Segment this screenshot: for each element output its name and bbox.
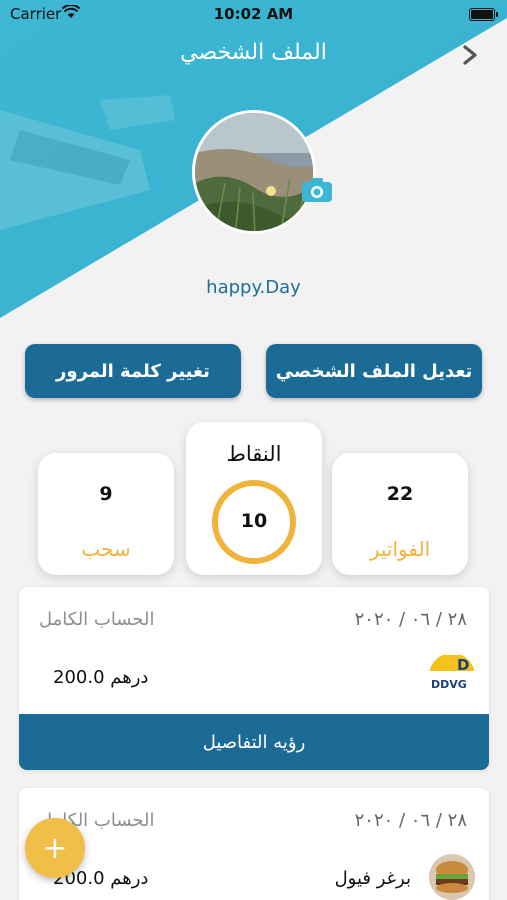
add-button[interactable]: + <box>25 818 85 878</box>
logo-text: DDVG <box>431 678 467 691</box>
withdraw-count: 9 <box>99 483 113 505</box>
invoices-label: الفواتير <box>369 537 431 561</box>
transaction-card[interactable]: ٢٨ / ٠٦ / ٢٠٢٠ الحساب الكامل برغر فيول 2… <box>19 788 489 900</box>
withdraw-label: سحب <box>81 537 131 561</box>
logo-letter: D <box>457 656 469 674</box>
withdraw-stat-card[interactable]: 9 سحب <box>38 453 174 575</box>
page-title: الملف الشخصي <box>180 40 327 65</box>
change-password-button[interactable]: تغيير كلمة المرور <box>25 344 241 398</box>
transaction-date: ٢٨ / ٠٦ / ٢٠٢٠ <box>354 609 467 630</box>
transaction-type: الحساب الكامل <box>39 609 155 630</box>
points-title: النقاط <box>226 442 282 466</box>
transaction-date: ٢٨ / ٠٦ / ٢٠٢٠ <box>354 810 467 831</box>
merchant-logo: D DDVG <box>429 653 475 699</box>
battery-icon <box>469 8 498 21</box>
transaction-card[interactable]: ٢٨ / ٠٦ / ٢٠٢٠ الحساب الكامل D DDVG 200.… <box>19 587 489 770</box>
username: happy.Day <box>206 277 301 298</box>
camera-icon[interactable] <box>300 176 334 204</box>
burger-merchant-logo <box>429 854 475 900</box>
invoices-stat-card[interactable]: 22 الفواتير <box>332 453 468 575</box>
avatar[interactable] <box>192 110 316 234</box>
invoices-count: 22 <box>386 483 414 505</box>
edit-profile-button[interactable]: تعديل الملف الشخصي <box>266 344 482 398</box>
view-details-button[interactable]: رؤيه التفاصيل <box>19 714 489 770</box>
clock: 10:02 AM <box>213 5 294 23</box>
back-arrow-icon[interactable] <box>459 40 483 70</box>
status-bar: Carrier 10:02 AM <box>0 0 507 30</box>
points-value: 10 <box>240 510 268 532</box>
transaction-amount: 200.0 درهم <box>53 667 149 688</box>
points-stat-card[interactable]: النقاط 10 <box>186 422 322 575</box>
merchant-name: برغر فيول <box>334 868 411 889</box>
